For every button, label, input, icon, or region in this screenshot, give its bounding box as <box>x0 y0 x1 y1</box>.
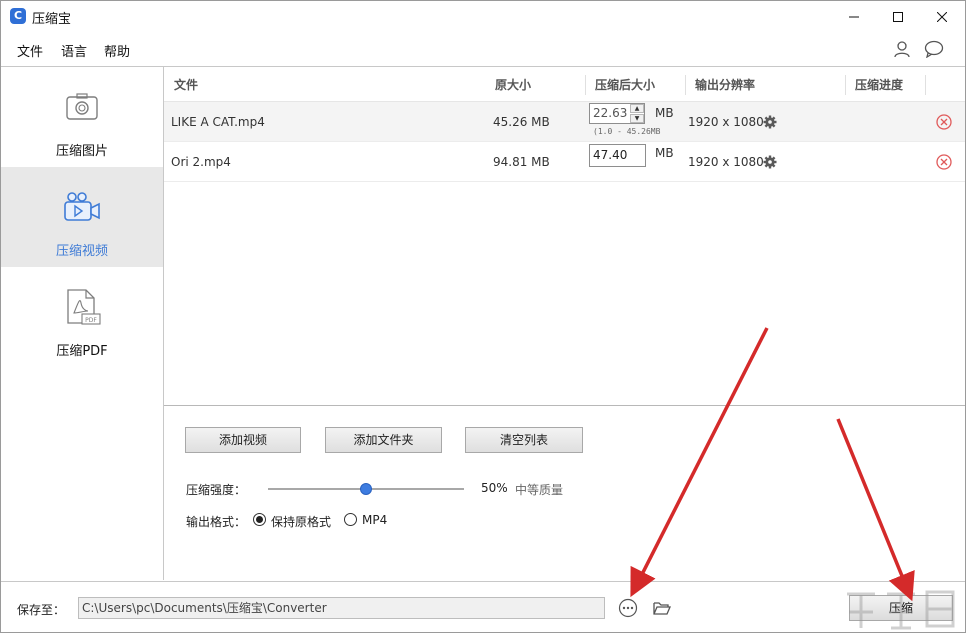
sidebar-item-compress-video[interactable]: 压缩视频 <box>1 167 163 267</box>
file-name: LIKE A CAT.mp4 <box>171 115 265 129</box>
spin-up-icon[interactable]: ▲ <box>630 104 644 113</box>
user-icon[interactable] <box>891 38 913 60</box>
close-button[interactable] <box>919 1 965 32</box>
save-to-label: 保存至： <box>17 601 65 618</box>
strength-label: 压缩强度： <box>186 481 246 498</box>
sidebar-item-label: 压缩PDF <box>1 340 163 359</box>
menu-bar: 文件 语言 帮助 <box>1 32 965 66</box>
close-icon <box>937 12 947 22</box>
radio-keep-format[interactable] <box>253 513 266 526</box>
menu-help[interactable]: 帮助 <box>104 41 130 60</box>
column-header-file: 文件 <box>174 76 198 93</box>
sidebar-item-compress-image[interactable]: 压缩图片 <box>1 67 163 167</box>
clear-list-button[interactable]: 清空列表 <box>465 427 583 453</box>
menu-file[interactable]: 文件 <box>17 41 43 60</box>
compress-button[interactable]: 压缩 <box>849 595 953 621</box>
remove-circle-icon[interactable] <box>936 154 952 170</box>
window-title: 压缩宝 <box>32 8 71 27</box>
compress-app-icon: C <box>10 8 26 24</box>
open-folder-icon[interactable] <box>652 598 672 618</box>
original-size: 94.81 MB <box>493 155 550 169</box>
file-name: Ori 2.mp4 <box>171 155 231 169</box>
remove-circle-icon[interactable] <box>936 114 952 130</box>
more-options-icon[interactable] <box>618 598 638 618</box>
settings-panel: 添加视频 添加文件夹 清空列表 压缩强度： 50% 中等质量 输出格式： 保持原… <box>164 405 965 581</box>
target-size-input[interactable]: 47.40 <box>589 144 646 167</box>
sidebar-item-compress-pdf[interactable]: PDF 压缩PDF <box>1 267 163 367</box>
table-row[interactable]: Ori 2.mp4 94.81 MB 47.40 MB 1920 x 1080 <box>164 142 965 182</box>
size-unit: MB <box>655 106 674 120</box>
format-label: 输出格式： <box>186 513 246 530</box>
sidebar-item-label: 压缩图片 <box>1 140 163 159</box>
minimize-icon <box>849 12 859 22</box>
chat-icon[interactable] <box>923 38 945 60</box>
title-bar: C 压缩宝 <box>1 1 965 32</box>
minimize-button[interactable] <box>831 1 877 32</box>
output-resolution: 1920 x 1080 <box>688 155 764 169</box>
size-spinner[interactable]: ▲ ▼ <box>630 104 644 123</box>
svg-text:PDF: PDF <box>85 317 97 324</box>
size-range-hint: (1.0 - 45.26MB <box>593 127 660 136</box>
radio-mp4[interactable] <box>344 513 357 526</box>
column-divider <box>685 75 686 95</box>
column-divider <box>925 75 926 95</box>
spin-down-icon[interactable]: ▼ <box>630 114 644 123</box>
gear-icon[interactable] <box>763 115 777 129</box>
bottom-bar: 保存至： C:\Users\pc\Documents\压缩宝\Converter… <box>1 581 965 632</box>
pdf-icon: PDF <box>60 287 104 327</box>
video-icon <box>60 187 104 227</box>
column-header-original-size: 原大小 <box>495 76 531 93</box>
output-resolution: 1920 x 1080 <box>688 115 764 129</box>
column-header-compressed-size: 压缩后大小 <box>595 76 655 93</box>
quality-label: 中等质量 <box>515 481 563 498</box>
maximize-icon <box>893 12 903 22</box>
column-divider <box>585 75 586 95</box>
strength-slider[interactable] <box>268 488 464 490</box>
sidebar: 压缩图片 压缩视频 PDF 压缩PDF <box>1 66 164 580</box>
strength-percent: 50% <box>481 481 508 495</box>
table-header: 文件 原大小 压缩后大小 输出分辨率 压缩进度 <box>164 67 965 102</box>
add-video-button[interactable]: 添加视频 <box>185 427 301 453</box>
column-header-progress: 压缩进度 <box>855 76 903 93</box>
output-path-field[interactable]: C:\Users\pc\Documents\压缩宝\Converter <box>78 597 605 619</box>
sidebar-item-label: 压缩视频 <box>1 240 163 259</box>
table-row[interactable]: LIKE A CAT.mp4 45.26 MB 22.63 ▲ ▼ MB (1.… <box>164 102 965 142</box>
add-folder-button[interactable]: 添加文件夹 <box>325 427 442 453</box>
original-size: 45.26 MB <box>493 115 550 129</box>
maximize-button[interactable] <box>875 1 921 32</box>
column-divider <box>845 75 846 95</box>
slider-handle[interactable] <box>360 483 372 495</box>
file-table: 文件 原大小 压缩后大小 输出分辨率 压缩进度 LIKE A CAT.mp4 4… <box>164 66 965 405</box>
radio-label-keep-format[interactable]: 保持原格式 <box>271 513 331 530</box>
column-header-resolution: 输出分辨率 <box>695 76 755 93</box>
size-unit: MB <box>655 146 674 160</box>
menu-language[interactable]: 语言 <box>61 41 87 60</box>
app-window: C 压缩宝 文件 语言 帮助 压缩图片 <box>0 0 966 633</box>
radio-label-mp4[interactable]: MP4 <box>362 513 387 527</box>
gear-icon[interactable] <box>763 155 777 169</box>
image-icon <box>60 87 104 127</box>
